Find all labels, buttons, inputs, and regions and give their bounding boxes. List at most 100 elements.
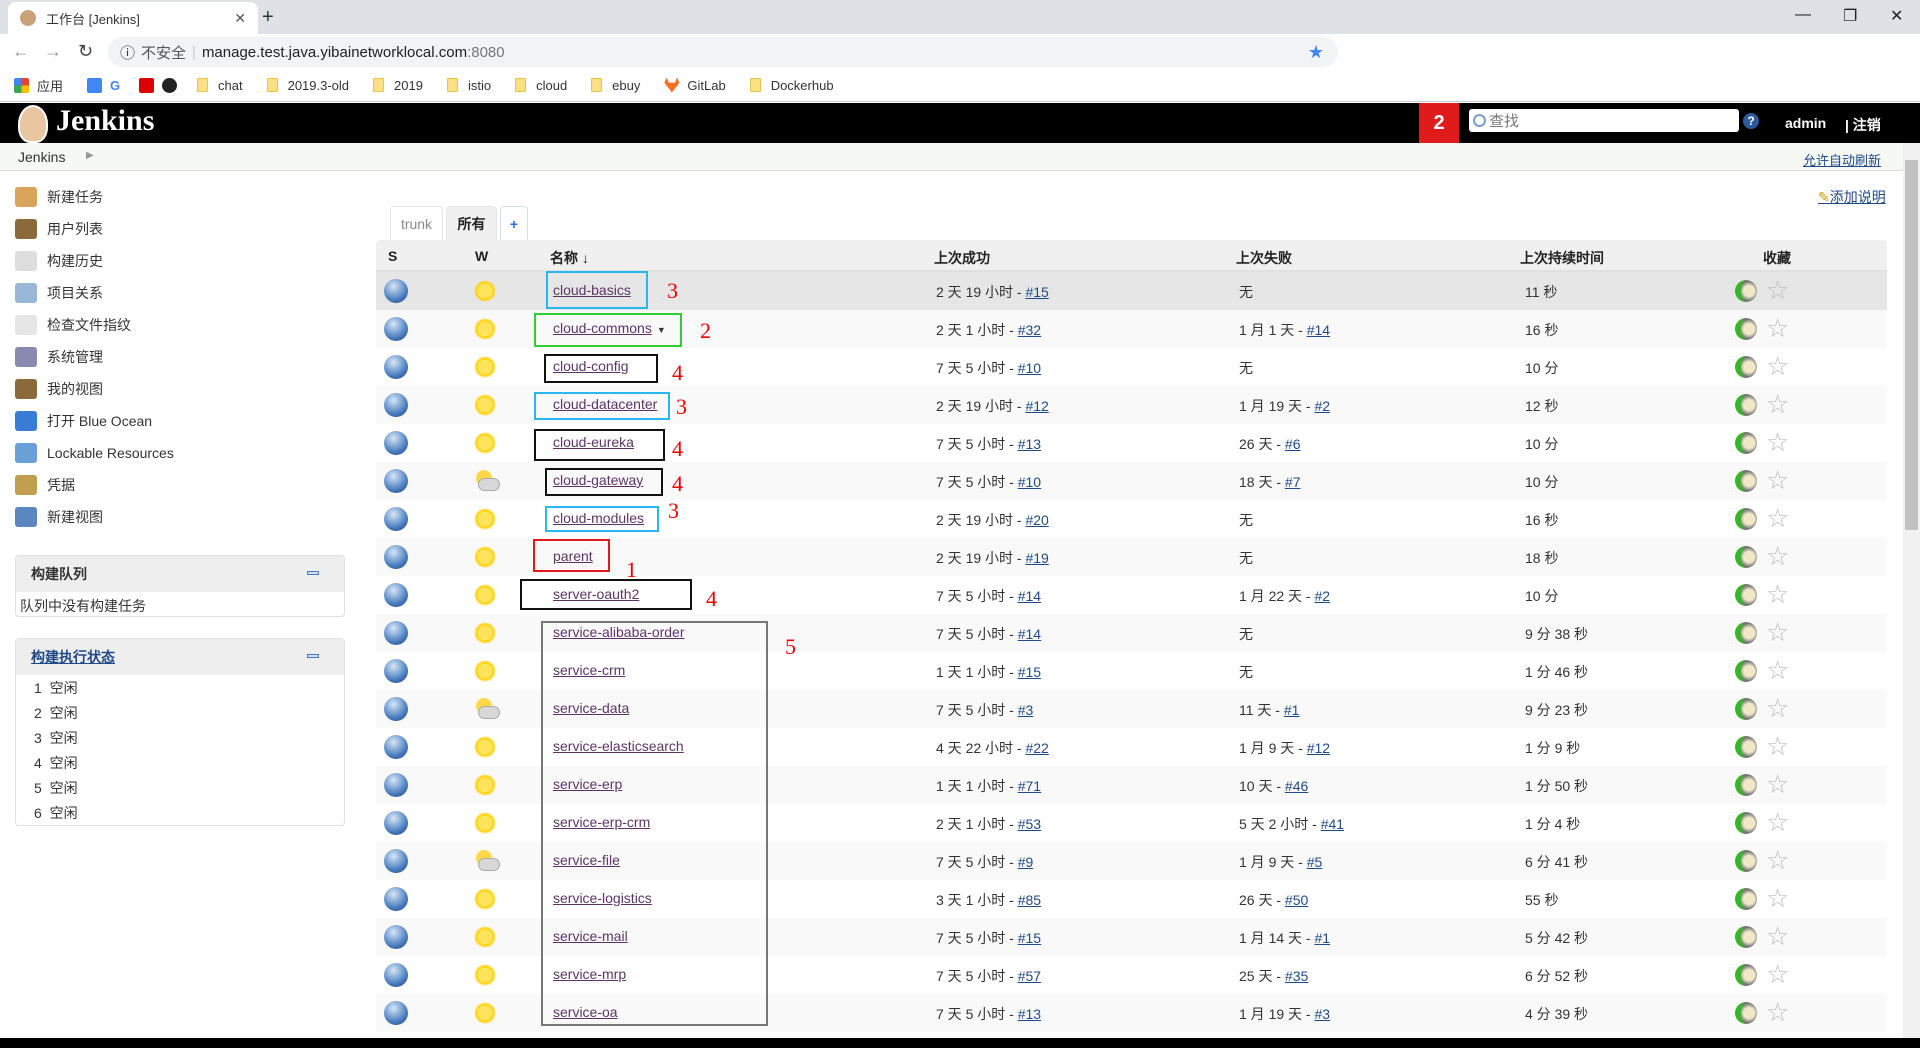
- weather-sunny-icon[interactable]: [474, 964, 496, 986]
- status-blue-ball-icon[interactable]: [384, 773, 408, 797]
- close-tab-icon[interactable]: ✕: [234, 10, 246, 27]
- favorite-star-icon[interactable]: ☆: [1766, 618, 1789, 646]
- last-success-build-link[interactable]: #9: [1018, 854, 1034, 870]
- schedule-build-icon[interactable]: [1735, 356, 1757, 378]
- last-success-build-link[interactable]: #13: [1018, 436, 1041, 452]
- sidebar-item[interactable]: 构建历史: [15, 251, 103, 271]
- sidebar-item[interactable]: 新建任务: [15, 187, 103, 207]
- schedule-build-icon[interactable]: [1735, 698, 1757, 720]
- status-blue-ball-icon[interactable]: [384, 545, 408, 569]
- schedule-build-icon[interactable]: [1735, 584, 1757, 606]
- collapse-icon[interactable]: [307, 571, 319, 575]
- add-description-link[interactable]: ✎添加说明: [1818, 187, 1886, 207]
- favorite-star-icon[interactable]: ☆: [1766, 732, 1789, 760]
- weather-sunny-icon[interactable]: [474, 280, 496, 302]
- last-success-build-link[interactable]: #19: [1025, 550, 1048, 566]
- translate-icon[interactable]: [87, 77, 103, 93]
- last-failure-build-link[interactable]: #3: [1314, 1006, 1330, 1022]
- search-input[interactable]: 查找: [1469, 109, 1739, 132]
- sidebar-item[interactable]: 用户列表: [15, 219, 103, 239]
- weather-sunny-icon[interactable]: [474, 812, 496, 834]
- favorite-star-icon[interactable]: ☆: [1766, 580, 1789, 608]
- bookmark-gitlab[interactable]: GitLab: [664, 77, 726, 93]
- sidebar-item[interactable]: 项目关系: [15, 283, 103, 303]
- favorite-star-icon[interactable]: ☆: [1766, 428, 1789, 456]
- weather-sunny-icon[interactable]: [474, 356, 496, 378]
- favorite-star-icon[interactable]: ☆: [1766, 770, 1789, 798]
- google-icon[interactable]: G: [110, 78, 125, 93]
- scrollbar-thumb[interactable]: [1905, 160, 1918, 530]
- status-blue-ball-icon[interactable]: [384, 507, 408, 531]
- col-favorite[interactable]: 收藏: [1763, 248, 1791, 268]
- col-last-success[interactable]: 上次成功: [934, 248, 990, 268]
- favorite-star-icon[interactable]: ☆: [1766, 694, 1789, 722]
- enable-auto-refresh-link[interactable]: 允许自动刷新: [1803, 150, 1881, 169]
- last-failure-build-link[interactable]: #35: [1285, 968, 1308, 984]
- col-status[interactable]: S: [388, 248, 397, 264]
- status-blue-ball-icon[interactable]: [384, 279, 408, 303]
- weather-sunny-icon[interactable]: [474, 432, 496, 454]
- schedule-build-icon[interactable]: [1735, 470, 1757, 492]
- last-success-build-link[interactable]: #15: [1025, 284, 1048, 300]
- last-success-build-link[interactable]: #20: [1025, 512, 1048, 528]
- breadcrumb-jenkins[interactable]: Jenkins: [18, 149, 65, 165]
- status-blue-ball-icon[interactable]: [384, 925, 408, 949]
- last-success-build-link[interactable]: #32: [1018, 322, 1041, 338]
- sidebar-item[interactable]: 凭据: [15, 475, 75, 495]
- schedule-build-icon[interactable]: [1735, 888, 1757, 910]
- schedule-build-icon[interactable]: [1735, 1002, 1757, 1024]
- bookmark-dockerhub[interactable]: Dockerhub: [749, 78, 834, 93]
- schedule-build-icon[interactable]: [1735, 774, 1757, 796]
- col-name[interactable]: 名称 ↓: [550, 248, 589, 268]
- browser-tab[interactable]: 工作台 [Jenkins] ✕: [8, 2, 258, 34]
- weather-cloudy-icon[interactable]: [472, 470, 500, 492]
- favorite-star-icon[interactable]: ☆: [1766, 960, 1789, 988]
- minimize-icon[interactable]: —: [1795, 6, 1811, 24]
- last-success-build-link[interactable]: #53: [1018, 816, 1041, 832]
- bookmark-apps[interactable]: 应用: [14, 76, 63, 95]
- favorite-star-icon[interactable]: ☆: [1766, 314, 1789, 342]
- weather-sunny-icon[interactable]: [474, 888, 496, 910]
- favorite-star-icon[interactable]: ☆: [1766, 390, 1789, 418]
- schedule-build-icon[interactable]: [1735, 318, 1757, 340]
- bookmark-star-icon[interactable]: ★: [1308, 42, 1324, 63]
- sidebar-item[interactable]: 打开 Blue Ocean: [15, 411, 152, 431]
- status-blue-ball-icon[interactable]: [384, 735, 408, 759]
- last-success-build-link[interactable]: #12: [1025, 398, 1048, 414]
- notification-badge[interactable]: 2: [1419, 103, 1459, 143]
- weather-cloudy-icon[interactable]: [472, 850, 500, 872]
- add-view-tab[interactable]: +: [500, 206, 528, 240]
- weather-sunny-icon[interactable]: [474, 1002, 496, 1024]
- last-failure-build-link[interactable]: #46: [1285, 778, 1308, 794]
- last-success-build-link[interactable]: #85: [1018, 892, 1041, 908]
- info-icon[interactable]: ⓘ: [120, 42, 135, 63]
- weather-sunny-icon[interactable]: [474, 394, 496, 416]
- schedule-build-icon[interactable]: [1735, 432, 1757, 454]
- weather-sunny-icon[interactable]: [474, 508, 496, 530]
- new-tab-button[interactable]: +: [262, 6, 274, 29]
- last-failure-build-link[interactable]: #12: [1307, 740, 1330, 756]
- jenkins-logo-icon[interactable]: [18, 105, 48, 143]
- tab-all[interactable]: 所有: [446, 206, 497, 240]
- sidebar-item[interactable]: 新建视图: [15, 507, 103, 527]
- favorite-star-icon[interactable]: ☆: [1766, 656, 1789, 684]
- favorite-star-icon[interactable]: ☆: [1766, 466, 1789, 494]
- help-icon[interactable]: ?: [1743, 113, 1759, 129]
- last-failure-build-link[interactable]: #1: [1314, 930, 1330, 946]
- logout-link[interactable]: | 注销: [1845, 115, 1881, 135]
- executor-status-title[interactable]: 构建执行状态: [16, 639, 344, 675]
- favorite-star-icon[interactable]: ☆: [1766, 846, 1789, 874]
- bookmark-chat[interactable]: chat: [197, 78, 243, 93]
- breadcrumb-arrow-icon[interactable]: ▶: [86, 150, 94, 161]
- last-success-build-link[interactable]: #3: [1018, 702, 1034, 718]
- bookmark-cloud[interactable]: cloud: [515, 78, 567, 93]
- last-failure-build-link[interactable]: #2: [1314, 398, 1330, 414]
- col-weather[interactable]: W: [475, 248, 488, 264]
- tab-trunk[interactable]: trunk: [390, 206, 443, 240]
- last-success-build-link[interactable]: #57: [1018, 968, 1041, 984]
- bookmark-ebuy[interactable]: ebuy: [591, 78, 640, 93]
- bookmark-istio[interactable]: istio: [446, 78, 491, 93]
- status-blue-ball-icon[interactable]: [384, 393, 408, 417]
- sidebar-item[interactable]: 我的视图: [15, 379, 103, 399]
- favorite-star-icon[interactable]: ☆: [1766, 542, 1789, 570]
